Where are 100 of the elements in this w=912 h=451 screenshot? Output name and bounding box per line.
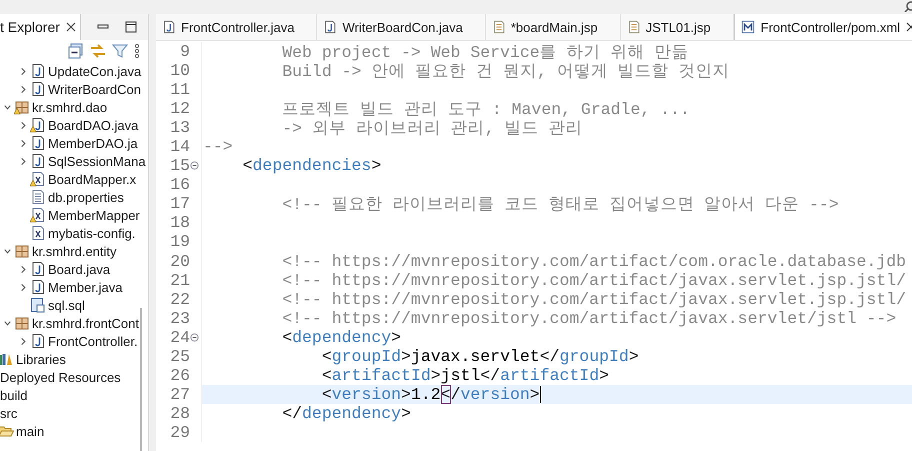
code-line: <artifactId>jstl</artifactId>	[320, 366, 610, 385]
code-line: <!-- https://mvnrepository.com/artifact/javax.servlet/jstl -->	[281, 308, 896, 328]
line-number: 11	[169, 80, 190, 100]
tree-item[interactable]: sql.sql	[48, 298, 85, 312]
tree-item[interactable]: Libraries	[16, 352, 66, 366]
maven-file-icon	[740, 20, 755, 34]
tree-item[interactable]: kr.smhrd.frontCont	[32, 316, 139, 330]
line-number: 12	[169, 99, 190, 118]
tree-item[interactable]: Deployed Resources	[0, 370, 121, 384]
code-line: <dependency>	[281, 328, 402, 347]
more-icon[interactable]	[134, 43, 140, 59]
code-line: Build -> 안에 필요한 건 뭔지, 어떻게 빌드할 것인지	[281, 60, 730, 82]
tree-item[interactable]: src	[0, 406, 18, 420]
code-line: -> 외부 라이브러리 관리, 빌드 관리	[281, 118, 582, 139]
code-line: <!-- https://mvnrepository.com/artifact/javax.servlet.jsp.jstl/	[281, 290, 906, 309]
line-number: 21	[169, 270, 190, 290]
line-number: 15	[169, 156, 190, 176]
line-number: 22	[169, 290, 190, 309]
tree-item[interactable]: mybatis-config.	[48, 226, 136, 240]
java-file-icon	[30, 135, 46, 151]
chevron-right-icon[interactable]	[18, 66, 28, 76]
chevron-right-icon[interactable]	[18, 264, 28, 274]
code-line: <!-- https://mvnrepository.com/artifact/javax.servlet.jsp.jstl/	[281, 270, 906, 290]
xml-file-icon	[30, 225, 46, 241]
editor-tab[interactable]: *boardMain.jsp	[486, 14, 621, 40]
line-number: 14	[169, 137, 190, 156]
java-file-icon	[30, 153, 46, 169]
chevron-down-icon[interactable]	[2, 318, 12, 328]
document-icon	[626, 20, 641, 34]
tree-item[interactable]: UpdateCon.java	[48, 64, 142, 78]
code-line: <groupId>javax.servlet</groupId>	[320, 346, 639, 366]
tree-item[interactable]: kr.smhrd.entity	[32, 244, 117, 258]
chevron-right-icon[interactable]	[18, 156, 28, 166]
line-number: 19	[169, 232, 190, 252]
line-number: 9	[179, 42, 190, 62]
fold-icon[interactable]	[190, 161, 199, 170]
code-line: Web project -> Web Service를 하기 위해 만듦	[281, 42, 688, 63]
maximize-icon[interactable]	[125, 21, 137, 33]
scrollbar[interactable]	[140, 308, 142, 451]
java-file-icon	[30, 63, 46, 79]
tree-item[interactable]: MemberMapper	[48, 208, 140, 222]
chevron-down-icon[interactable]	[2, 246, 12, 256]
java-file-icon	[162, 20, 176, 34]
tree-item[interactable]: Board.java	[48, 262, 110, 276]
tree-item[interactable]: SqlSessionMana	[48, 154, 146, 168]
line-number: 16	[169, 175, 190, 194]
code-line: <dependencies>	[242, 156, 382, 176]
tree-item[interactable]: BoardMapper.x	[48, 172, 136, 186]
tree-item[interactable]: WriterBoardCon	[48, 82, 141, 96]
line-number: 18	[169, 213, 190, 232]
chevron-right-icon[interactable]	[18, 120, 28, 130]
tree-item[interactable]: FrontController.	[48, 334, 138, 348]
line-number: 13	[169, 118, 190, 138]
sql-file-icon	[30, 297, 46, 313]
filter-icon[interactable]	[112, 43, 128, 59]
java-file-icon	[30, 81, 46, 97]
chevron-right-icon[interactable]	[18, 84, 28, 94]
document-icon	[492, 20, 506, 34]
tree-item[interactable]: Member.java	[48, 280, 122, 294]
chevron-down-icon[interactable]	[2, 102, 12, 112]
chevron-right-icon[interactable]	[18, 282, 28, 292]
line-number: 29	[169, 422, 190, 442]
line-number: 25	[169, 346, 190, 366]
java-file-icon	[30, 261, 46, 277]
tree-item[interactable]: kr.smhrd.dao	[32, 100, 108, 114]
chevron-right-icon[interactable]	[18, 138, 28, 148]
editor-tab[interactable]: JSTL01.jsp	[620, 14, 734, 40]
java-file-icon	[30, 333, 46, 349]
line-number: 17	[169, 194, 190, 214]
collapse-all-icon[interactable]	[68, 43, 84, 59]
view-tab[interactable]: t Explorer	[0, 14, 81, 40]
tree-item[interactable]: main	[16, 424, 44, 438]
tree-item[interactable]: MemberDAO.ja	[48, 136, 138, 150]
package-icon	[14, 243, 30, 259]
tree-item[interactable]: db.properties	[48, 190, 124, 204]
java-file-icon	[30, 279, 46, 295]
line-number: 27	[169, 384, 190, 404]
editor-tab[interactable]: FrontController/pom.xml	[734, 14, 912, 40]
line-number: 28	[169, 404, 190, 423]
chevron-right-icon[interactable]	[18, 336, 28, 346]
package-icon	[14, 315, 30, 331]
line-number: 24	[169, 328, 190, 347]
code-line: 프로젝트 빌드 관리 도구 : Maven, Gradle, ...	[281, 98, 690, 120]
tree-item[interactable]: BoardDAO.java	[48, 118, 138, 132]
tree-item[interactable]: build	[0, 388, 28, 402]
editor-tab[interactable]: FrontController.java	[156, 14, 318, 40]
fold-icon[interactable]	[190, 332, 199, 342]
books-icon	[0, 351, 14, 367]
close-icon[interactable]	[66, 22, 76, 32]
code-line: </dependency>	[281, 404, 411, 423]
code-line: -->	[203, 137, 233, 156]
editor-tab[interactable]: WriterBoardCon.java	[317, 14, 486, 40]
text-file-icon	[30, 189, 46, 205]
line-number: 10	[169, 61, 190, 80]
java-file-icon	[323, 20, 338, 34]
line-number: 26	[169, 366, 190, 385]
line-number: 20	[169, 252, 190, 271]
code-line: <!-- 필요한 라이브러리를 코드 형태로 집어넣으면 알아서 다운 -->	[281, 194, 839, 215]
code-line: <!-- https://mvnrepository.com/artifact/com.oracle.database.jdb	[281, 252, 906, 271]
line-number: 23	[169, 308, 190, 328]
